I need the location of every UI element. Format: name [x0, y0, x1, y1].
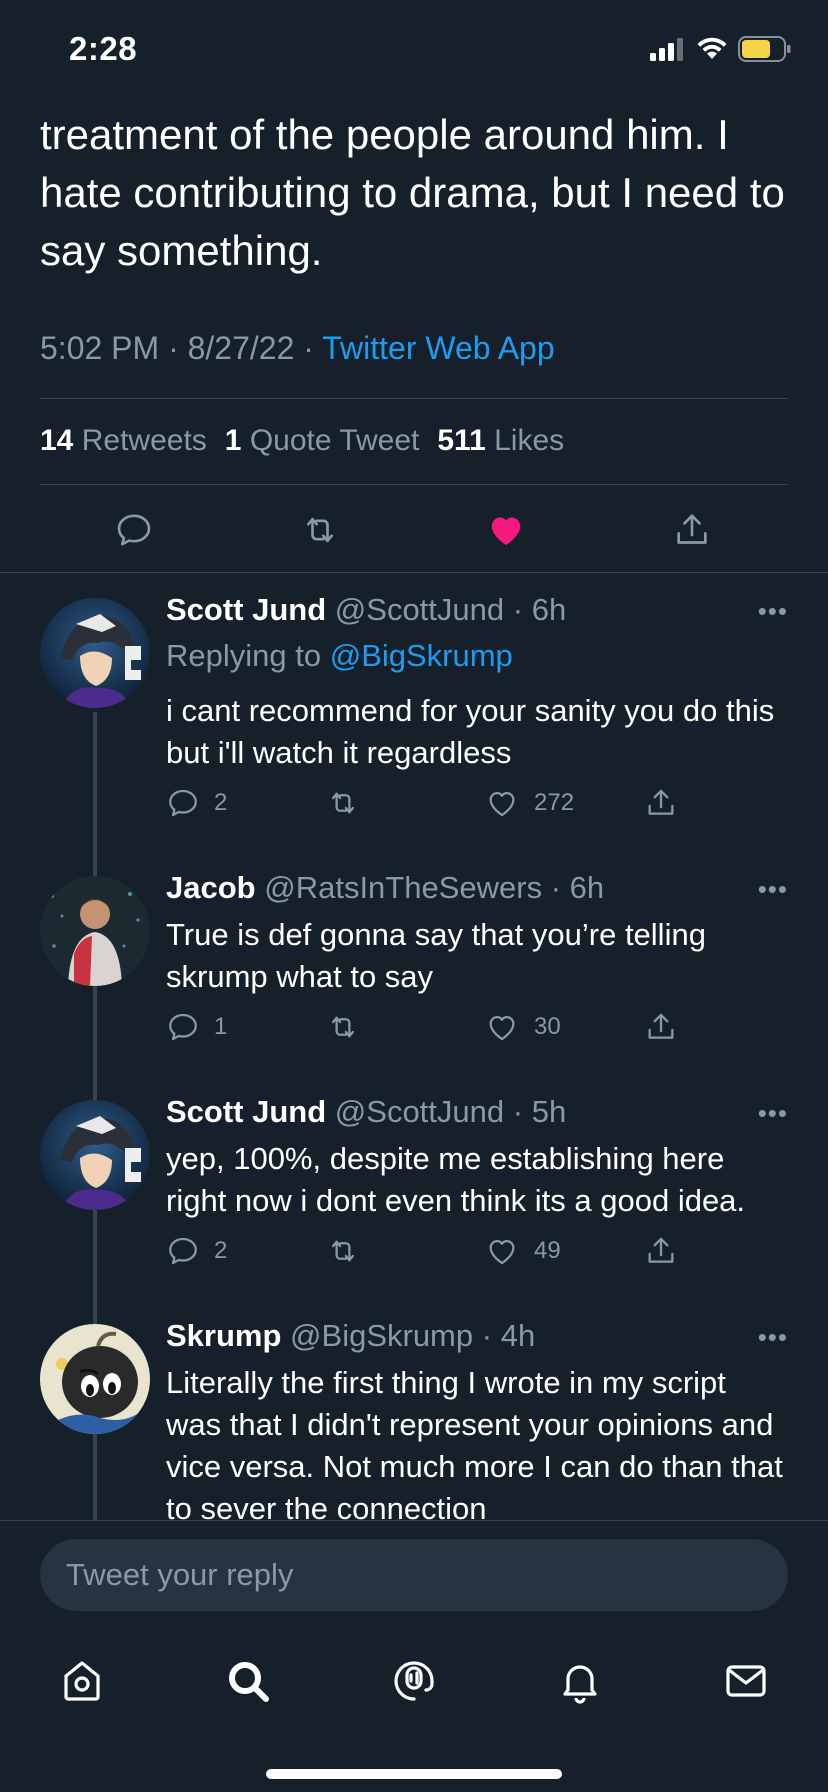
like-action[interactable]: 272: [484, 786, 574, 820]
reply-separator: ·: [550, 870, 562, 905]
more-options-icon[interactable]: •••: [758, 596, 788, 627]
notifications-icon[interactable]: [550, 1651, 610, 1711]
like-count: 30: [534, 1013, 561, 1040]
battery-icon: [738, 36, 792, 67]
avatar[interactable]: [40, 876, 150, 986]
share-icon[interactable]: [644, 1234, 678, 1268]
reply-separator: ·: [512, 1094, 524, 1129]
retweets-count: 14: [40, 424, 74, 457]
status-time: 2:28: [69, 30, 138, 67]
wifi-icon: [696, 37, 728, 66]
divider: [40, 484, 788, 485]
like-action[interactable]: 30: [484, 1010, 561, 1044]
reply-author-handle[interactable]: @BigSkrump: [290, 1318, 473, 1353]
reply-author-name[interactable]: Jacob: [166, 870, 256, 905]
retweet-icon[interactable]: [324, 1010, 362, 1044]
meta-separator: ·: [168, 330, 188, 366]
reply-header: Scott Jund @ScottJund · 6h: [166, 592, 566, 628]
replying-prefix: Replying to: [166, 638, 322, 673]
quotes-count: 1: [224, 424, 242, 457]
retweets-label: Retweets: [81, 424, 207, 457]
reply-text: Literally the first thing I wrote in my …: [166, 1365, 783, 1526]
main-tweet-text: treatment of the people around him. I ha…: [40, 111, 785, 274]
quotes-stat[interactable]: 1 Quote Tweet: [225, 424, 420, 458]
reply-author-handle[interactable]: @ScottJund: [335, 1094, 504, 1129]
like-count: 272: [534, 789, 575, 816]
status-bar: 2:28: [0, 0, 828, 100]
quotes-label: Quote Tweet: [249, 424, 420, 457]
tweet-time: 5:02 PM: [40, 330, 160, 366]
reply-header: Jacob @RatsInTheSewers · 6h: [166, 870, 604, 906]
reply-text: i cant recommend for your sanity you do …: [166, 693, 775, 770]
tweet-date: 8/27/22: [187, 330, 295, 366]
replying-to: Replying to @BigSkrump: [166, 638, 513, 674]
reply-separator: ·: [481, 1318, 493, 1353]
likes-count: 511: [437, 424, 486, 457]
more-options-icon[interactable]: •••: [758, 1098, 788, 1129]
reply-actions: 2 272: [166, 786, 786, 826]
tweet-stats: 14 Retweets 1 Quote Tweet 511 Likes: [40, 424, 564, 458]
more-options-icon[interactable]: •••: [758, 1322, 788, 1353]
reply-author-name[interactable]: Skrump: [166, 1318, 281, 1353]
share-icon[interactable]: [644, 1010, 678, 1044]
likes-stat[interactable]: 511 Likes: [437, 424, 564, 458]
tab-bar: [0, 1651, 828, 1741]
reply-author-handle[interactable]: @ScottJund: [335, 592, 504, 627]
retweets-stat[interactable]: 14 Retweets: [40, 424, 207, 458]
more-options-icon[interactable]: •••: [758, 874, 788, 905]
home-icon[interactable]: [52, 1651, 112, 1711]
meta-separator: ·: [303, 330, 323, 366]
spaces-icon[interactable]: [384, 1651, 444, 1711]
reply-author-name[interactable]: Scott Jund: [166, 592, 326, 627]
divider: [40, 398, 788, 399]
bottom-bar: [0, 1520, 828, 1792]
cellular-signal-icon: [650, 37, 686, 66]
reply-time: 4h: [500, 1318, 536, 1353]
tweet-metadata: 5:02 PM · 8/27/22 · Twitter Web App: [40, 330, 555, 367]
reply-header: Skrump @BigSkrump · 4h: [166, 1318, 535, 1354]
reply-action[interactable]: 2: [166, 1234, 227, 1268]
reply-input[interactable]: [40, 1539, 788, 1611]
share-icon[interactable]: [667, 505, 717, 555]
reply-time: 6h: [531, 592, 567, 627]
reply-text: yep, 100%, despite me establishing here …: [166, 1141, 746, 1218]
reply-action[interactable]: 2: [166, 786, 227, 820]
reply-author-handle[interactable]: @RatsInTheSewers: [264, 870, 542, 905]
status-icons: [650, 36, 792, 67]
reply-count: 2: [214, 1237, 228, 1264]
messages-icon[interactable]: [716, 1651, 776, 1711]
divider: [0, 572, 828, 573]
main-tweet-actions: [0, 505, 828, 555]
retweet-icon[interactable]: [324, 1234, 362, 1268]
reply-icon[interactable]: [109, 505, 159, 555]
reply-count: 2: [214, 789, 228, 816]
retweet-icon[interactable]: [324, 786, 362, 820]
like-action[interactable]: 49: [484, 1234, 561, 1268]
reply-text: True is def gonna say that you’re tellin…: [166, 917, 706, 994]
like-count: 49: [534, 1237, 561, 1264]
reply-separator: ·: [512, 592, 524, 627]
avatar[interactable]: [40, 1100, 150, 1210]
like-icon[interactable]: [481, 505, 531, 555]
reply-compose-box[interactable]: [40, 1539, 788, 1611]
reply-time: 5h: [531, 1094, 567, 1129]
reply-time: 6h: [569, 870, 605, 905]
reply-actions: 2 49: [166, 1234, 786, 1274]
home-indicator: [266, 1769, 562, 1779]
reply-action[interactable]: 1: [166, 1010, 227, 1044]
reply-header: Scott Jund @ScottJund · 5h: [166, 1094, 566, 1130]
search-icon[interactable]: [218, 1651, 278, 1711]
share-icon[interactable]: [644, 786, 678, 820]
tweet-source-link[interactable]: Twitter Web App: [322, 330, 554, 366]
retweet-icon[interactable]: [295, 505, 345, 555]
replying-to-mention[interactable]: @BigSkrump: [330, 638, 513, 673]
tweet-detail-screen: 2:28 treatment of the people around him.…: [0, 0, 828, 1792]
avatar[interactable]: [40, 1324, 150, 1434]
likes-label: Likes: [494, 424, 565, 457]
reply-author-name[interactable]: Scott Jund: [166, 1094, 326, 1129]
avatar[interactable]: [40, 598, 150, 708]
reply-count: 1: [214, 1013, 228, 1040]
reply-actions: 1 30: [166, 1010, 786, 1050]
